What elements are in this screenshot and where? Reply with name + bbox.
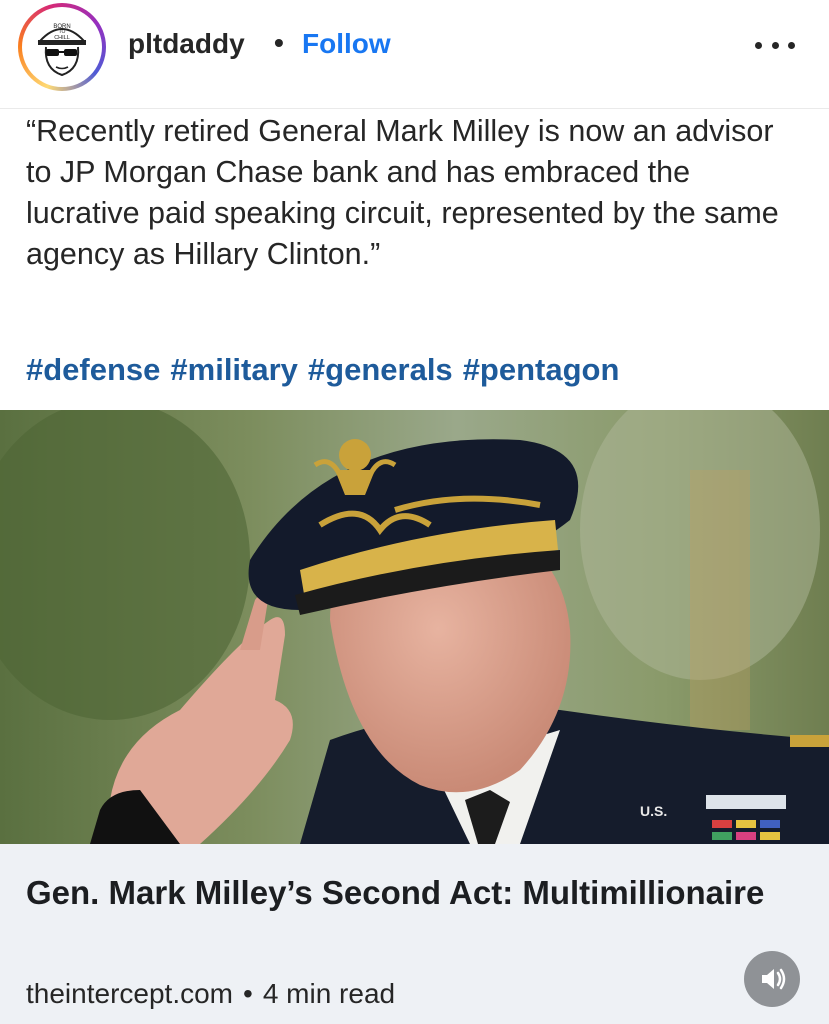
- link-preview-source: theintercept.com: [26, 978, 233, 1009]
- post-photo[interactable]: U.S.: [0, 410, 829, 844]
- post-header: BORN TO CHILL pltdaddy • Follow: [0, 0, 829, 109]
- username-link[interactable]: pltdaddy: [128, 28, 245, 60]
- avatar[interactable]: BORN TO CHILL: [18, 3, 106, 91]
- photo-illustration: U.S.: [0, 410, 829, 844]
- more-dot: [788, 41, 795, 49]
- speaker-icon[interactable]: [744, 951, 800, 1007]
- speaker-glyph: [762, 968, 786, 990]
- link-preview-separator: •: [243, 978, 253, 1009]
- more-dot: [771, 41, 779, 49]
- link-preview-meta: theintercept.com • 4 min read: [26, 978, 395, 1010]
- uniform-label: U.S.: [640, 803, 667, 819]
- more-options-icon[interactable]: [755, 30, 795, 60]
- link-preview-read-time: 4 min read: [262, 978, 396, 1009]
- avatar-drawing: BORN TO CHILL: [26, 11, 98, 83]
- link-preview-title[interactable]: Gen. Mark Milley’s Second Act: Multimill…: [26, 870, 766, 915]
- header-separator: •: [274, 27, 284, 58]
- hashtag-link[interactable]: #military: [170, 352, 298, 387]
- hashtag-link[interactable]: #defense: [26, 352, 160, 387]
- avatar-border: BORN TO CHILL: [22, 7, 102, 87]
- avatar-image: BORN TO CHILL: [26, 11, 98, 83]
- avatar-text-chill: CHILL: [54, 35, 70, 41]
- follow-button[interactable]: Follow: [302, 28, 391, 60]
- more-dot: [755, 41, 762, 49]
- hashtag-link[interactable]: #pentagon: [463, 352, 620, 387]
- hashtag-link[interactable]: #generals: [308, 352, 453, 387]
- hashtag-list: #defense #military #generals #pentagon: [26, 352, 629, 388]
- post-caption: “Recently retired General Mark Milley is…: [26, 114, 779, 271]
